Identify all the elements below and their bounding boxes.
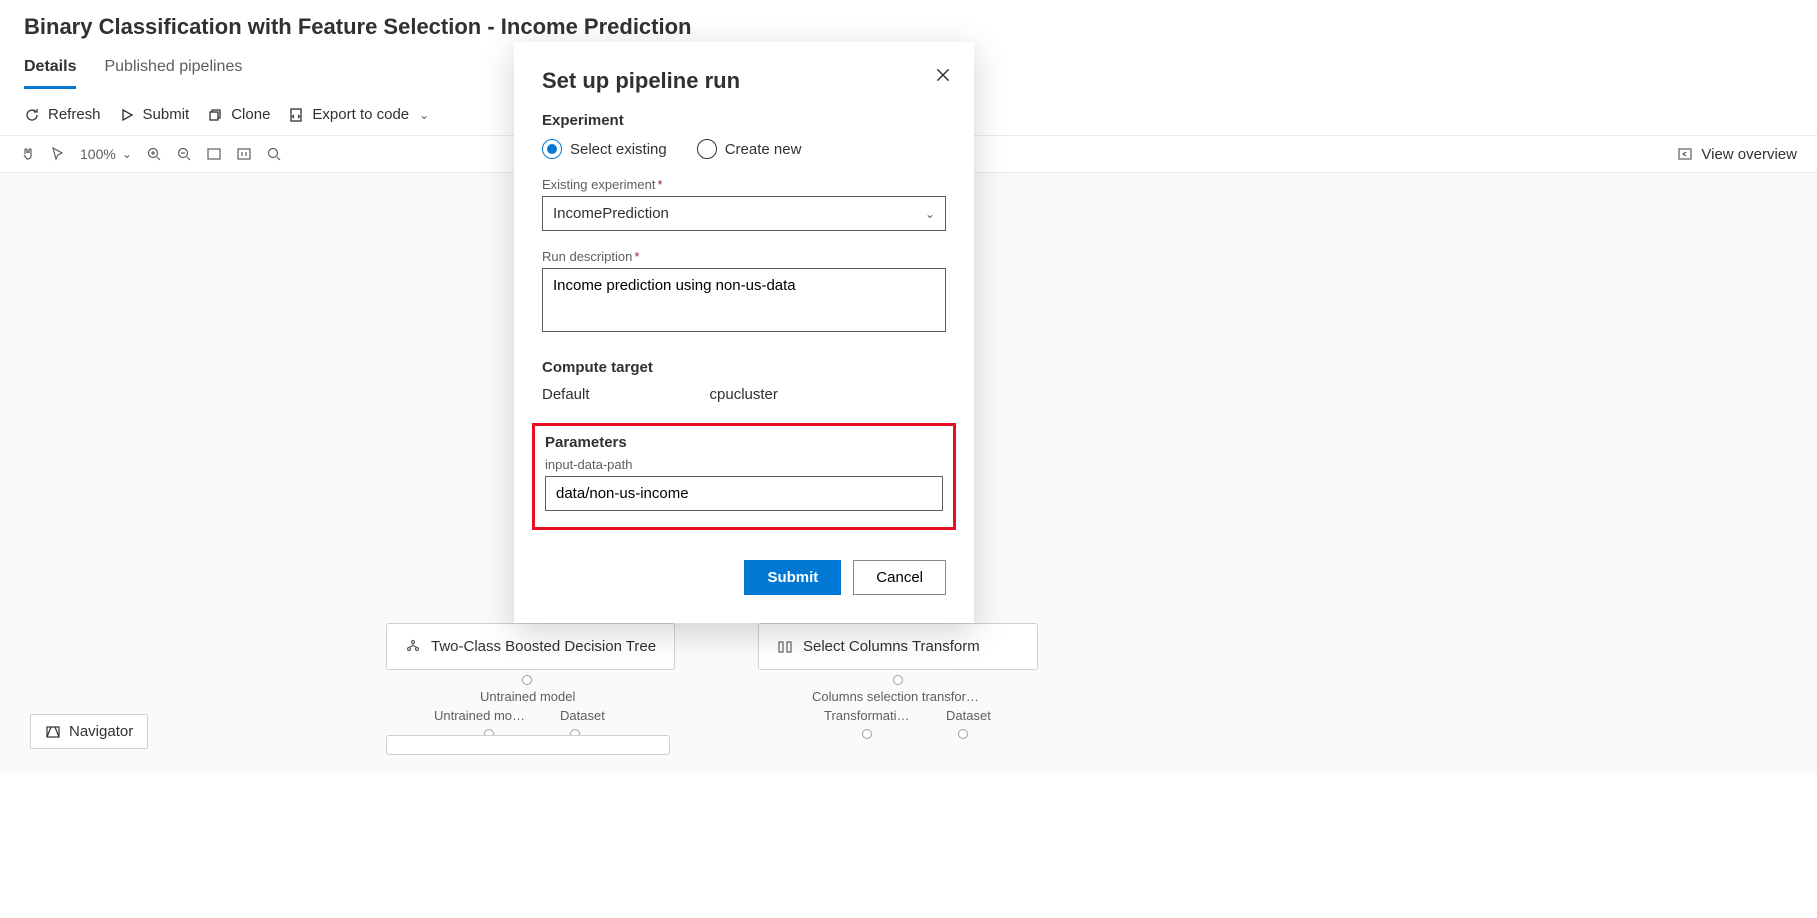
zoom-level[interactable]: 100% ⌄	[80, 146, 132, 162]
run-description-input[interactable]	[542, 268, 946, 332]
navigator-icon	[45, 724, 61, 740]
compute-value: cpucluster	[710, 386, 778, 403]
node-select-columns-transform[interactable]: Select Columns Transform	[758, 623, 1038, 670]
hand-icon[interactable]	[20, 146, 36, 162]
zoom-value: 100%	[80, 146, 116, 162]
node-partial[interactable]	[386, 735, 670, 755]
section-parameters: Parameters	[545, 434, 943, 451]
panel-icon	[1677, 146, 1693, 162]
radio-icon	[542, 139, 562, 159]
zoom-out-icon[interactable]	[176, 146, 192, 162]
node-label: Select Columns Transform	[803, 638, 980, 655]
cancel-button[interactable]: Cancel	[853, 560, 946, 595]
select-value: IncomePrediction	[553, 205, 669, 222]
section-experiment: Experiment	[542, 112, 946, 129]
param-value-input[interactable]	[545, 476, 943, 511]
section-compute-target: Compute target	[542, 359, 946, 376]
compute-label: Default	[542, 386, 590, 403]
port-label-untrained-mo: Untrained mo…	[434, 708, 525, 723]
radio-label: Create new	[725, 141, 802, 158]
port-label-dataset2: Dataset	[946, 708, 991, 723]
port-label-untrained-model: Untrained model	[480, 689, 575, 704]
radio-group-experiment: Select existing Create new	[542, 139, 946, 159]
modal-title: Set up pipeline run	[542, 68, 946, 94]
clone-label: Clone	[231, 106, 270, 123]
tree-icon	[405, 639, 421, 655]
columns-icon	[777, 639, 793, 655]
close-icon[interactable]	[934, 66, 952, 84]
submit-label: Submit	[143, 106, 190, 123]
port-dot[interactable]	[862, 729, 872, 739]
navigator-button[interactable]: Navigator	[30, 714, 148, 749]
zoom-in-icon[interactable]	[146, 146, 162, 162]
view-overview-label: View overview	[1701, 146, 1797, 163]
chevron-down-icon: ⌄	[925, 207, 935, 221]
tab-published-pipelines[interactable]: Published pipelines	[104, 48, 242, 89]
fit-icon[interactable]	[206, 146, 222, 162]
port-dot[interactable]	[893, 675, 903, 685]
port-dot[interactable]	[522, 675, 532, 685]
actual-size-icon[interactable]	[236, 146, 252, 162]
export-label: Export to code	[312, 106, 409, 123]
port-dot[interactable]	[958, 729, 968, 739]
param-name-label: input-data-path	[545, 457, 943, 472]
port-label-transformati: Transformati…	[824, 708, 909, 723]
tab-details[interactable]: Details	[24, 48, 76, 89]
pointer-icon[interactable]	[50, 146, 66, 162]
label-existing-experiment: Existing experiment*	[542, 177, 946, 192]
clone-button[interactable]: Clone	[207, 106, 270, 123]
node-two-class-boosted[interactable]: Two-Class Boosted Decision Tree	[386, 623, 675, 670]
chevron-down-icon: ⌄	[122, 147, 132, 161]
refresh-button[interactable]: Refresh	[24, 106, 101, 123]
radio-create-new[interactable]: Create new	[697, 139, 802, 159]
radio-icon	[697, 139, 717, 159]
chevron-down-icon: ⌄	[419, 108, 429, 122]
submit-button[interactable]: Submit	[744, 560, 841, 595]
view-overview-button[interactable]: View overview	[1677, 146, 1797, 163]
search-icon[interactable]	[266, 146, 282, 162]
radio-select-existing[interactable]: Select existing	[542, 139, 667, 159]
existing-experiment-select[interactable]: IncomePrediction ⌄	[542, 196, 946, 231]
refresh-label: Refresh	[48, 106, 101, 123]
refresh-icon	[24, 107, 40, 123]
navigator-label: Navigator	[69, 723, 133, 740]
submit-toolbar-button[interactable]: Submit	[119, 106, 190, 123]
code-file-icon	[288, 107, 304, 123]
radio-label: Select existing	[570, 141, 667, 158]
modal-actions: Submit Cancel	[542, 560, 946, 595]
parameters-section-highlight: Parameters input-data-path	[532, 423, 956, 530]
port-label-cols-sel: Columns selection transfor…	[812, 689, 979, 704]
setup-pipeline-run-modal: Set up pipeline run Experiment Select ex…	[514, 42, 974, 623]
export-button[interactable]: Export to code ⌄	[288, 106, 429, 123]
page-title: Binary Classification with Feature Selec…	[0, 0, 1817, 48]
play-icon	[119, 107, 135, 123]
port-label-dataset1: Dataset	[560, 708, 605, 723]
label-run-description: Run description*	[542, 249, 946, 264]
compute-target-row: Default cpucluster	[542, 386, 946, 403]
clone-icon	[207, 107, 223, 123]
node-label: Two-Class Boosted Decision Tree	[431, 638, 656, 655]
